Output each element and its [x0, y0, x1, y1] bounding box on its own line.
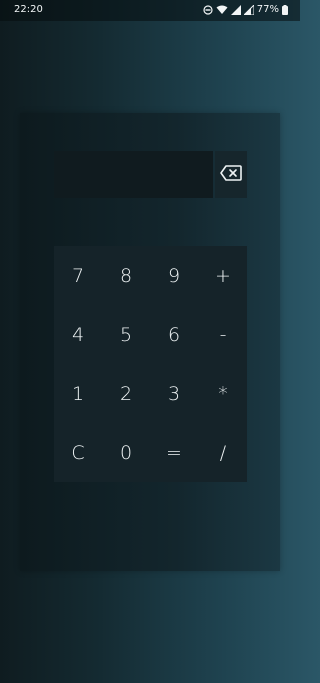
- key-2[interactable]: 2: [102, 364, 150, 423]
- keypad: 7 8 9 + 4 5 6 - 1 2 3 * C 0 = /: [54, 246, 247, 482]
- key-5[interactable]: 5: [102, 305, 150, 364]
- key-3[interactable]: 3: [150, 364, 198, 423]
- backspace-icon: [220, 164, 242, 185]
- key-0[interactable]: 0: [102, 423, 150, 482]
- battery-percent: 77%: [256, 4, 279, 15]
- key-8[interactable]: 8: [102, 246, 150, 305]
- key-1[interactable]: 1: [54, 364, 102, 423]
- key-divide[interactable]: /: [199, 423, 247, 482]
- backspace-button[interactable]: [215, 151, 247, 198]
- status-icons: 77%: [203, 4, 288, 15]
- key-4[interactable]: 4: [54, 305, 102, 364]
- key-6[interactable]: 6: [150, 305, 198, 364]
- wifi-icon: [216, 5, 228, 15]
- key-7[interactable]: 7: [54, 246, 102, 305]
- status-bar: 22:20 77%: [0, 0, 300, 21]
- key-plus[interactable]: +: [199, 246, 247, 305]
- signal-icon-2: [243, 4, 254, 15]
- key-9[interactable]: 9: [150, 246, 198, 305]
- signal-icon-1: [230, 4, 241, 15]
- key-multiply[interactable]: *: [199, 364, 247, 423]
- battery-icon: [282, 4, 288, 15]
- key-equals[interactable]: =: [150, 423, 198, 482]
- display-field: [54, 151, 213, 198]
- key-clear[interactable]: C: [54, 423, 102, 482]
- dnd-icon: [203, 4, 213, 15]
- key-minus[interactable]: -: [199, 305, 247, 364]
- status-time: 22:20: [14, 4, 43, 15]
